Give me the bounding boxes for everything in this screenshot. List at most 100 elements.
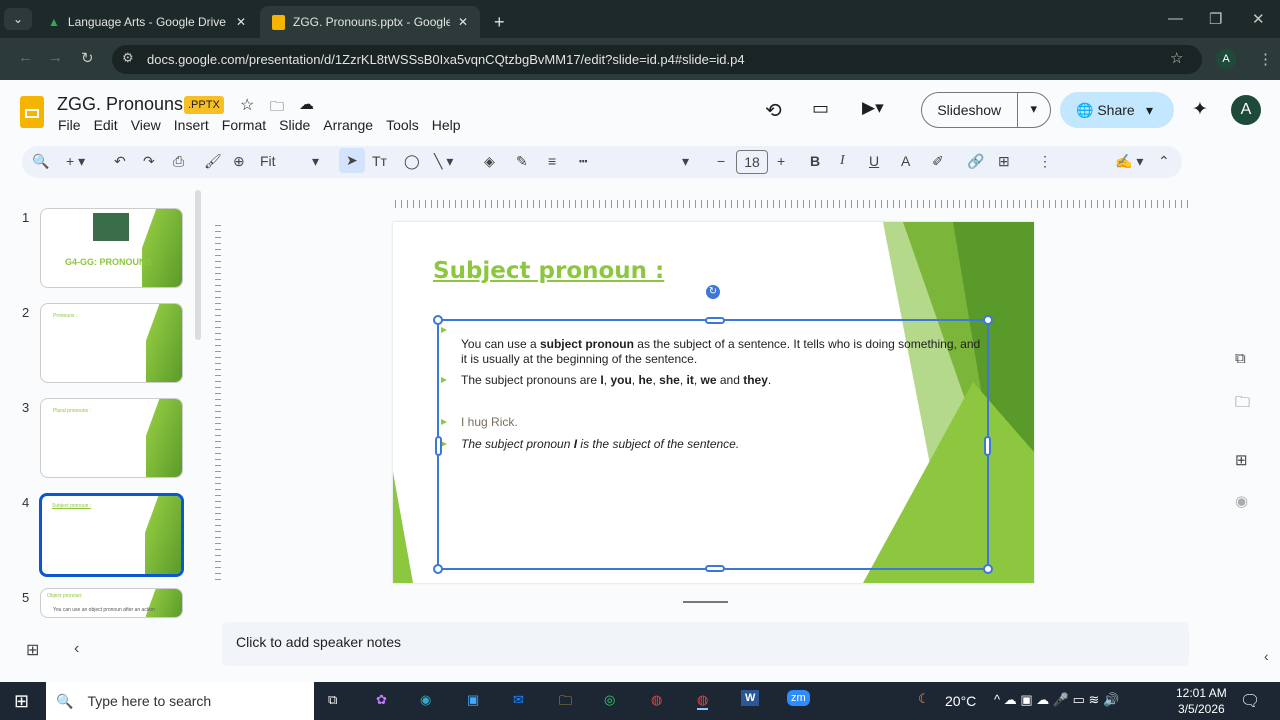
resize-handle[interactable] [705,565,725,572]
meet-icon[interactable]: ▶▾ [862,98,884,118]
font-size-input[interactable]: 18 [736,150,768,174]
taskbar-search-input[interactable]: 🔍 Type here to search [46,682,314,720]
slide-thumbnail-5[interactable]: Object pronoun: You can use an object pro… [40,588,183,618]
edge-icon[interactable]: ◉ [420,692,431,708]
task-view-icon[interactable]: ⧉ [328,692,337,708]
menu-slide[interactable]: Slide [279,117,310,133]
share-button[interactable]: 🌐 Share [1060,102,1146,119]
rotate-handle-icon[interactable]: ↻ [706,285,720,299]
font-dropdown[interactable]: ▾ [682,153,689,170]
windows-start-icon[interactable]: ⊞ [14,691,29,712]
tab-search-chevron-icon[interactable]: ⌄ [4,8,32,30]
italic-icon[interactable]: I [840,153,845,169]
bookmark-star-icon[interactable]: ☆ [1170,49,1183,67]
menu-edit[interactable]: Edit [94,117,118,133]
close-window-icon[interactable]: ✕ [1252,10,1265,28]
profile-avatar[interactable]: A [1216,49,1236,69]
reload-icon[interactable]: ↻ [81,49,94,67]
new-slide-icon[interactable]: + ▾ [66,153,85,170]
cloud-saved-icon[interactable]: ☁ [299,95,314,113]
pen-mode-icon[interactable]: ✍ ▾ [1115,153,1143,170]
menu-file[interactable]: File [58,117,81,133]
star-icon[interactable]: ☆ [240,95,254,115]
tab-google-slides[interactable]: ZGG. Pronouns.pptx - Google S ✕ [260,6,480,38]
url-input[interactable]: ⚙ docs.google.com/presentation/d/1ZzrKL8t… [112,45,1202,74]
menu-format[interactable]: Format [222,117,266,133]
browser-menu-icon[interactable]: ⋮ [1258,50,1273,68]
weather-temperature[interactable]: 20°C [945,693,976,709]
close-tab-icon[interactable]: ✕ [236,15,246,29]
share-options-dropdown[interactable]: ▾ [1146,102,1153,119]
increase-font-size-icon[interactable]: + [777,153,785,169]
record-icon[interactable]: ◉ [1235,492,1248,510]
menu-help[interactable]: Help [432,117,461,133]
slideshow-options-dropdown[interactable]: ▾ [1016,92,1050,128]
search-menus-icon[interactable]: 🔍 [32,153,49,170]
print-icon[interactable]: ⎙ [173,153,184,170]
site-settings-icon[interactable]: ⚙ [122,50,134,66]
border-weight-icon[interactable]: ≡ [548,153,556,169]
slide-thumbnail-1[interactable]: G4-GG: PRONOUNS [40,208,183,288]
copilot-icon[interactable]: ✿ [376,692,387,708]
resize-handle[interactable] [433,315,443,325]
new-tab-button[interactable]: + [482,6,517,38]
border-dash-icon[interactable]: ┅ [579,153,587,170]
highlight-icon[interactable]: ✐ [932,153,944,170]
grid-view-icon[interactable]: ⊞ [26,640,39,660]
tab-google-drive[interactable]: ▲ Language Arts - Google Drive ✕ [36,6,258,38]
decrease-font-size-icon[interactable]: − [717,153,725,169]
whatsapp-icon[interactable]: ◎ [604,692,615,708]
notifications-icon[interactable]: 🗨 [1240,691,1260,711]
slide-title[interactable]: Subject pronoun : [433,258,664,284]
minimize-icon[interactable]: — [1168,10,1183,27]
shape-icon[interactable]: ◯ [404,153,420,170]
version-history-icon[interactable]: ⟲ [765,98,782,123]
store-icon[interactable]: ▣ [467,692,479,708]
border-color-icon[interactable]: ✎ [516,153,528,170]
clock[interactable]: 12:01 AM 3/5/2026 [1176,685,1227,717]
side-panel-toggle-icon[interactable]: ‹ [1264,648,1269,664]
collapse-filmstrip-icon[interactable]: ‹ [74,640,79,658]
slide-thumbnail-3[interactable]: Plural pronouns : [40,398,183,478]
menu-insert[interactable]: Insert [174,117,209,133]
text-box-selection[interactable]: You can use a subject pronoun as the sub… [433,315,993,574]
resize-handle[interactable] [705,317,725,324]
folder-icon[interactable]: 🗀 [1235,392,1250,417]
forward-icon[interactable]: → [48,49,63,66]
keep-icon[interactable]: ⧉ [1235,350,1246,367]
zoom-icon[interactable]: ⊕ [233,153,245,170]
chrome-icon[interactable]: ◍ [651,692,662,708]
slide-thumbnail-4-selected[interactable]: Subject pronoun : [39,493,184,577]
system-tray-icons[interactable]: ^ ☁ ▣ ☁ 🎤 ▭ ≋ 🔊 [994,692,1119,708]
paint-format-icon[interactable]: 🖌 [204,153,222,170]
text-box-icon[interactable]: Tт [372,153,387,169]
menu-arrange[interactable]: Arrange [323,117,373,133]
zoom-app-icon[interactable]: zm [787,690,810,706]
resize-handle[interactable] [984,436,991,456]
word-icon[interactable]: W [741,690,760,706]
speaker-notes-input[interactable]: Click to add speaker notes [222,622,1189,666]
gemini-icon[interactable]: ✦ [1192,98,1208,121]
back-icon[interactable]: ← [18,49,33,66]
comments-icon[interactable]: ▭ [812,98,829,119]
close-tab-icon[interactable]: ✕ [458,15,468,29]
undo-icon[interactable]: ↶ [114,153,126,170]
text-color-icon[interactable]: A [901,153,910,169]
redo-icon[interactable]: ↷ [143,153,155,170]
notes-resize-handle[interactable] [683,601,728,603]
menu-tools[interactable]: Tools [386,117,419,133]
add-on-icon[interactable]: ⊞ [1235,451,1248,469]
file-explorer-icon[interactable]: 🗀 [559,692,572,714]
slide-thumbnail-2[interactable]: Pronouns : [40,303,183,383]
resize-handle[interactable] [435,436,442,456]
underline-icon[interactable]: U [869,153,879,169]
menu-view[interactable]: View [131,117,161,133]
weather-icon[interactable]: ☾ [918,691,930,707]
maximize-icon[interactable]: ❐ [1209,10,1222,28]
select-tool-icon[interactable]: ➤ [339,148,365,173]
outlook-icon[interactable]: ✉ [513,692,524,708]
filmstrip-scrollbar[interactable] [195,190,201,340]
slides-logo-icon[interactable] [20,96,44,128]
fill-color-icon[interactable]: ◈ [484,153,495,170]
bold-icon[interactable]: B [810,153,820,169]
